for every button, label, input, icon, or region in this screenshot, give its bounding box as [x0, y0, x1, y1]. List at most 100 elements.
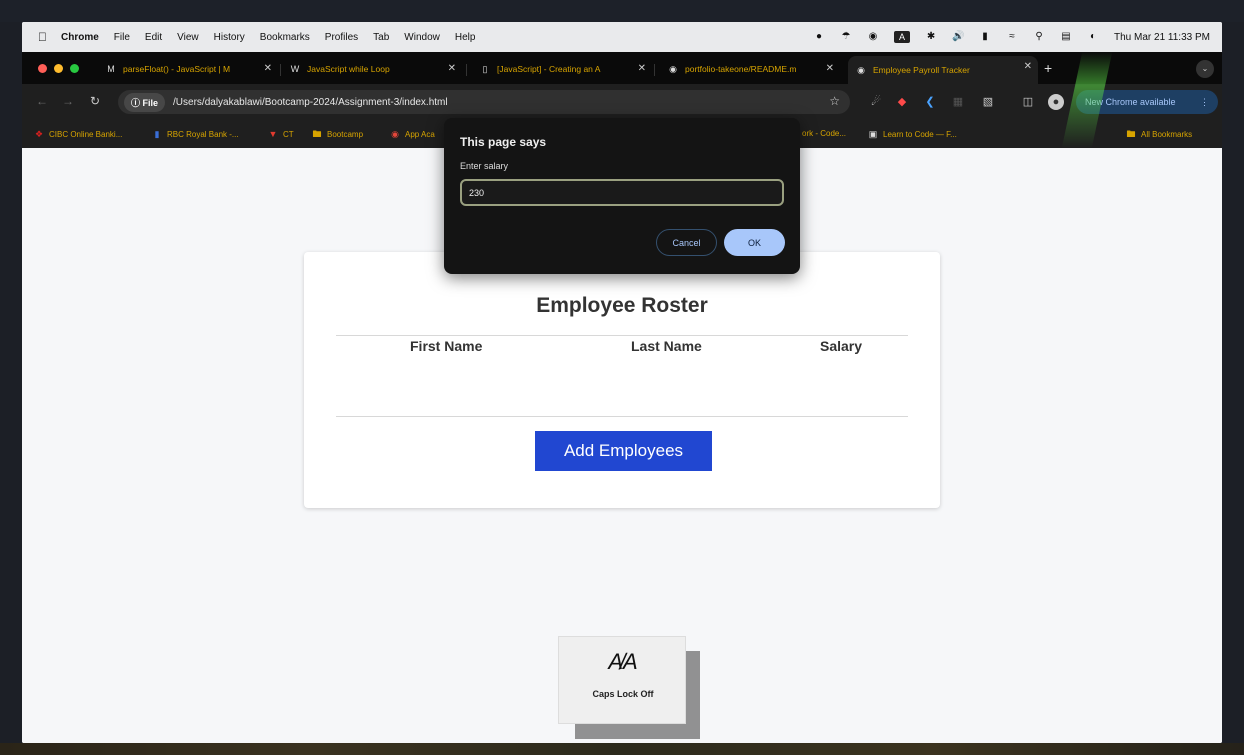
forward-icon[interactable]: →: [62, 94, 74, 108]
input-source-icon[interactable]: A: [894, 31, 911, 43]
tab-creating[interactable]: ▯ [JavaScript] - Creating an A ✕: [472, 58, 652, 80]
record-icon[interactable]: ●: [813, 31, 825, 43]
menubar-datetime[interactable]: Thu Mar 21 11:33 PM: [1114, 32, 1210, 43]
site-info-chip[interactable]: ⓘ File: [124, 92, 166, 112]
rbc-icon: ▮: [154, 129, 160, 139]
bookmark-label: CT: [283, 129, 294, 139]
close-icon[interactable]: ✕: [264, 63, 272, 74]
tab-title: parseFloat() - JavaScript | M: [123, 64, 231, 74]
desktop-top-strip: [0, 0, 1244, 22]
menubar-status-area: ● ☂ ◉ A ✱ 🔊 ▮ ≈ ⚲ ▤ ◐ Thu Mar 21 11:33 P…: [813, 22, 1210, 52]
ok-button[interactable]: OK: [724, 229, 785, 256]
tab-title: JavaScript while Loop: [307, 64, 390, 74]
menu-profiles[interactable]: Profiles: [325, 32, 358, 43]
salary-input[interactable]: [460, 179, 784, 206]
doc-icon: ▯: [482, 64, 488, 74]
bookmark-app-academy[interactable]: ◉ App Aca: [390, 129, 435, 139]
dialog-title: This page says: [460, 135, 547, 149]
traffic-lights: [38, 64, 79, 73]
bookmark-rbc[interactable]: ▮ RBC Royal Bank -...: [152, 129, 239, 139]
bookmark-label: ork - Code...: [802, 129, 847, 138]
folder-icon: 🖿: [312, 129, 322, 139]
site-info-chip-label: File: [142, 97, 159, 108]
profile-avatar-icon[interactable]: ●: [1048, 94, 1064, 110]
extension-icon[interactable]: ☄: [868, 94, 884, 110]
bookmark-code[interactable]: ork - Code...: [802, 129, 846, 138]
bookmark-label: CIBC Online Banki...: [49, 129, 123, 139]
siri-icon[interactable]: ◐: [1087, 31, 1099, 43]
bookmark-label: Bootcamp: [327, 129, 364, 139]
prompt-dialog: This page says Enter salary Cancel OK: [444, 118, 800, 274]
fcc-icon: ▣: [868, 129, 878, 139]
table-bottom-divider: [336, 416, 908, 417]
tab-strip: M parseFloat() - JavaScript | M ✕ W Java…: [22, 52, 1222, 84]
bookmark-star-icon[interactable]: ☆: [829, 94, 840, 108]
menu-bookmarks[interactable]: Bookmarks: [260, 32, 310, 43]
ct-icon: ▼: [268, 129, 278, 139]
table-header-divider: [336, 335, 908, 336]
bookmark-cibc[interactable]: ❖ CIBC Online Banki...: [34, 129, 122, 139]
apple-icon[interactable]: : [38, 30, 47, 44]
new-tab-button[interactable]: +: [1044, 60, 1052, 76]
tab-while-loop[interactable]: W JavaScript while Loop ✕: [282, 58, 462, 80]
close-icon[interactable]: ✕: [1024, 61, 1032, 72]
bookmark-ct[interactable]: ▼ CT: [268, 129, 294, 139]
page-title: Employee Roster: [536, 294, 708, 317]
back-icon[interactable]: ←: [36, 94, 48, 108]
bluetooth-icon[interactable]: ✱: [925, 31, 937, 43]
close-icon[interactable]: ✕: [826, 63, 834, 74]
close-icon[interactable]: ✕: [448, 63, 456, 74]
reload-icon[interactable]: ↻: [90, 94, 100, 108]
add-employees-button[interactable]: Add Employees: [535, 431, 712, 471]
tab-readme[interactable]: ◉ portfolio-takeone/README.m ✕: [660, 58, 840, 80]
menu-file[interactable]: File: [114, 32, 130, 43]
target-icon[interactable]: ◉: [867, 31, 879, 43]
menu-window[interactable]: Window: [404, 32, 440, 43]
dialog-message: Enter salary: [460, 161, 509, 171]
url-text[interactable]: /Users/dalyakablawi/Bootcamp-2024/Assign…: [173, 97, 448, 108]
column-header-last-name: Last Name: [631, 338, 702, 354]
tab-search-icon[interactable]: ⌄: [1196, 60, 1214, 78]
puzzle-extensions-icon[interactable]: ▧: [980, 94, 996, 110]
control-center-icon[interactable]: ▤: [1060, 31, 1072, 43]
folder-icon: 🖿: [1126, 129, 1136, 139]
screen:  Chrome File Edit View History Bookmark…: [22, 22, 1222, 743]
extension-red-icon[interactable]: ◆: [894, 94, 910, 110]
bookmark-label: All Bookmarks: [1141, 129, 1193, 139]
tab-separator: [280, 64, 281, 76]
address-bar[interactable]: ⓘ File /Users/dalyakablawi/Bootcamp-2024…: [118, 90, 850, 114]
spotlight-search-icon[interactable]: ⚲: [1033, 31, 1045, 43]
employee-roster-card: Employee Roster First Name Last Name Sal…: [304, 252, 940, 508]
cancel-button[interactable]: Cancel: [656, 229, 717, 256]
bookmark-freecodecamp[interactable]: ▣ Learn to Code — F...: [868, 129, 957, 139]
menu-app-name[interactable]: Chrome: [61, 32, 99, 43]
vscode-icon[interactable]: ❮: [922, 94, 938, 110]
tab-title: Employee Payroll Tracker: [873, 65, 970, 75]
tab-separator: [654, 64, 655, 76]
chrome-toolbar: ← → ↻ ⓘ File /Users/dalyakablawi/Bootcam…: [22, 84, 1222, 120]
menu-help[interactable]: Help: [455, 32, 476, 43]
bookmark-all[interactable]: 🖿 All Bookmarks: [1126, 129, 1192, 139]
close-icon[interactable]: ✕: [638, 63, 646, 74]
close-window-icon[interactable]: [38, 64, 47, 73]
mdn-icon: M: [107, 64, 115, 74]
capslock-off-icon: A̸A: [608, 649, 638, 674]
minimize-window-icon[interactable]: [54, 64, 63, 73]
menu-view[interactable]: View: [177, 32, 199, 43]
menu-tab[interactable]: Tab: [373, 32, 389, 43]
umbrella-icon[interactable]: ☂: [840, 31, 852, 43]
battery-icon[interactable]: ▮: [979, 31, 991, 43]
extension-grey-icon[interactable]: ▦: [950, 94, 966, 110]
menu-history[interactable]: History: [214, 32, 245, 43]
info-icon: ⓘ: [131, 97, 143, 108]
app-icon: ◉: [391, 129, 399, 139]
side-panel-icon[interactable]: ◫: [1020, 94, 1036, 110]
tab-employee-payroll[interactable]: ◉ Employee Payroll Tracker ✕: [848, 56, 1038, 84]
tab-parsefloat[interactable]: M parseFloat() - JavaScript | M ✕: [98, 58, 278, 80]
volume-icon[interactable]: 🔊: [952, 31, 964, 43]
wifi-icon[interactable]: ≈: [1006, 31, 1018, 43]
menu-edit[interactable]: Edit: [145, 32, 162, 43]
zoom-window-icon[interactable]: [70, 64, 79, 73]
bookmark-bootcamp[interactable]: 🖿 Bootcamp: [312, 129, 363, 139]
tab-separator: [466, 64, 467, 76]
